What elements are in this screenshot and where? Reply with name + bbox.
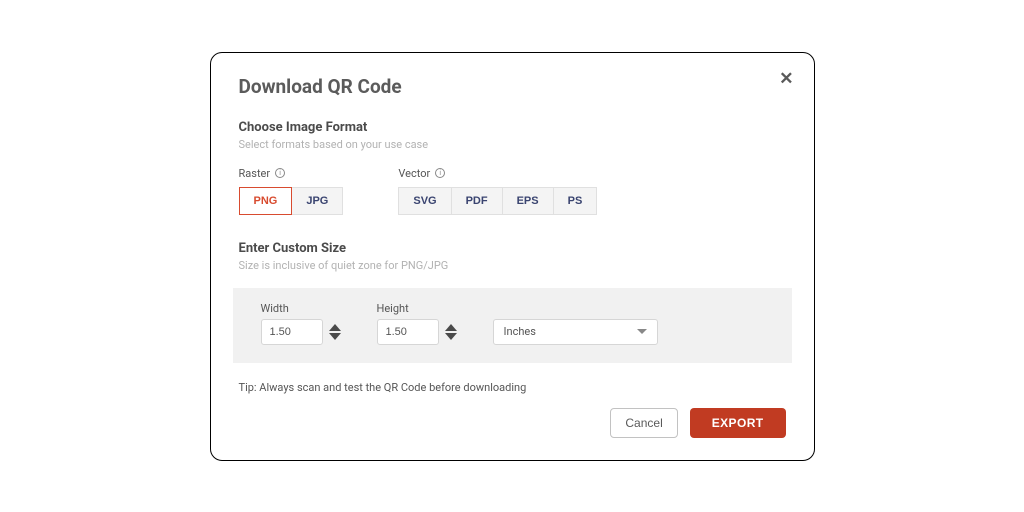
height-stepper [445, 324, 457, 340]
height-step-up-icon[interactable] [445, 324, 457, 331]
dialog-title: Download QR Code [239, 75, 786, 98]
size-section-subtitle: Size is inclusive of quiet zone for PNG/… [239, 259, 786, 272]
raster-label: Raster [239, 167, 271, 180]
height-step-down-icon[interactable] [445, 333, 457, 340]
size-section-title: Enter Custom Size [239, 241, 786, 256]
width-input[interactable] [261, 319, 323, 345]
vector-group: Vector i SVG PDF EPS PS [398, 167, 597, 215]
tip-text: Tip: Always scan and test the QR Code be… [239, 381, 786, 394]
dialog-footer: Cancel EXPORT [239, 408, 786, 438]
format-jpg-button[interactable]: JPG [291, 187, 343, 215]
vector-label: Vector [398, 167, 430, 180]
format-svg-button[interactable]: SVG [398, 187, 451, 215]
width-stepper [329, 324, 341, 340]
height-label: Height [377, 302, 457, 315]
height-input[interactable] [377, 319, 439, 345]
format-eps-button[interactable]: EPS [502, 187, 554, 215]
info-icon[interactable]: i [275, 168, 285, 178]
width-step-down-icon[interactable] [329, 333, 341, 340]
width-label: Width [261, 302, 341, 315]
cancel-button[interactable]: Cancel [610, 408, 677, 438]
height-field-group: Height [377, 302, 457, 345]
download-qr-dialog: ✕ Download QR Code Choose Image Format S… [210, 52, 815, 461]
raster-group: Raster i PNG JPG [239, 167, 344, 215]
info-icon[interactable]: i [435, 168, 445, 178]
custom-size-panel: Width Height [233, 288, 792, 363]
vector-buttons: SVG PDF EPS PS [398, 187, 597, 215]
format-section-title: Choose Image Format [239, 120, 786, 135]
close-icon[interactable]: ✕ [779, 69, 793, 89]
format-section-subtitle: Select formats based on your use case [239, 138, 786, 151]
chevron-down-icon [637, 329, 647, 334]
unit-selected-value: Inches [504, 325, 536, 338]
width-step-up-icon[interactable] [329, 324, 341, 331]
unit-select[interactable]: Inches [493, 319, 658, 345]
width-field-group: Width [261, 302, 341, 345]
raster-buttons: PNG JPG [239, 187, 344, 215]
format-ps-button[interactable]: PS [553, 187, 598, 215]
format-pdf-button[interactable]: PDF [451, 187, 503, 215]
export-button[interactable]: EXPORT [690, 408, 786, 438]
format-png-button[interactable]: PNG [239, 187, 293, 215]
